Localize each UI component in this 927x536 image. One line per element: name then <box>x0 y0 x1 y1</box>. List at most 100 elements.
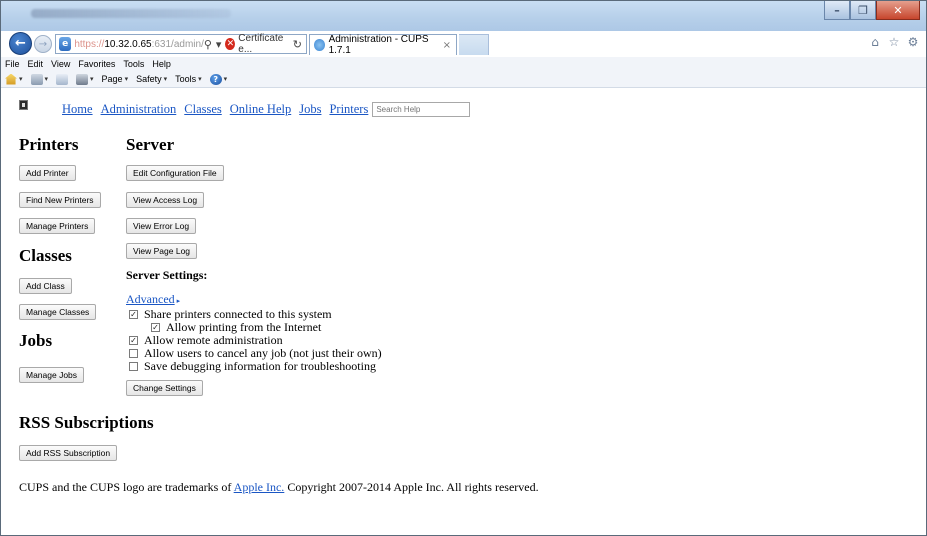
window-controls: – ❐ ✕ <box>824 1 920 20</box>
menu-view[interactable]: View <box>51 59 70 69</box>
server-heading: Server <box>126 135 175 154</box>
checkbox-save-debugging[interactable] <box>129 362 138 371</box>
address-bar[interactable]: e https:// 10.32.0.65 :631/admin/ ⚲ ▾ ✕ … <box>55 33 307 55</box>
rss-subscriptions-heading: RSS Subscriptions <box>19 413 154 432</box>
error-icon: ✕ <box>225 38 236 50</box>
gear-icon[interactable]: ⚙ <box>906 35 920 49</box>
url-path: :631/admin/ <box>151 38 204 50</box>
close-tab-icon[interactable]: × <box>443 40 451 51</box>
address-tools: ⚲ ▾ ✕ Certificate e... ↻ <box>204 33 306 55</box>
menu-favorites[interactable]: Favorites <box>78 59 115 69</box>
minimize-button[interactable]: – <box>824 1 850 20</box>
home-command-button[interactable]: ▾ <box>3 73 25 85</box>
edit-configuration-file-button[interactable]: Edit Configuration File <box>126 165 224 181</box>
checkbox-allow-cancel-any-job[interactable] <box>129 349 138 358</box>
nav-administration-link[interactable]: Administration <box>101 102 177 117</box>
checkbox-allow-internet-printing[interactable]: ✓ <box>151 323 160 332</box>
change-settings-button[interactable]: Change Settings <box>126 380 203 396</box>
browser-right-icons: ⌂ ☆ ⚙ <box>868 35 920 49</box>
certificate-error-button[interactable]: ✕ Certificate e... <box>225 33 288 55</box>
command-bar: ▾ ▾ ▾ Page ▾ Safety ▾ Tools ▾ ? ▾ <box>1 71 926 88</box>
refresh-icon[interactable]: ↻ <box>293 38 302 51</box>
restore-button[interactable]: ❐ <box>850 1 876 20</box>
footer-prefix: CUPS and the CUPS logo are trademarks of <box>19 480 234 494</box>
arrow-right-icon: → <box>38 38 48 50</box>
footer-suffix: Copyright 2007-2014 Apple Inc. All right… <box>284 480 539 494</box>
back-button[interactable]: ← <box>9 32 32 55</box>
menu-file[interactable]: File <box>5 59 20 69</box>
safety-menu-label: Safety <box>136 74 162 84</box>
cups-logo-icon[interactable] <box>19 100 28 110</box>
checkbox-share-printers[interactable]: ✓ <box>129 310 138 319</box>
manage-jobs-button[interactable]: Manage Jobs <box>19 367 85 383</box>
menu-bar: File Edit View Favorites Tools Help <box>1 57 926 71</box>
url-host: 10.32.0.65 <box>104 38 152 50</box>
page-content: Home Administration Classes Online Help … <box>2 89 925 535</box>
option-save-debugging[interactable]: Save debugging information for troublesh… <box>129 359 376 374</box>
menu-edit[interactable]: Edit <box>28 59 44 69</box>
advanced-link[interactable]: Advanced ▸ <box>126 292 180 307</box>
forward-button[interactable]: → <box>34 35 52 53</box>
tools-menu-label: Tools <box>175 74 197 84</box>
feeds-command-button[interactable]: ▾ <box>29 73 51 85</box>
printers-heading: Printers <box>19 135 79 154</box>
tab-title: Administration - CUPS 1.7.1 <box>328 34 429 56</box>
add-rss-subscription-button[interactable]: Add RSS Subscription <box>19 445 118 461</box>
nav-classes-link[interactable]: Classes <box>184 102 222 117</box>
classes-heading: Classes <box>19 246 72 265</box>
checkbox-allow-remote-admin[interactable]: ✓ <box>129 336 138 345</box>
chevron-down-icon: ▾ <box>198 75 202 83</box>
chevron-down-icon[interactable]: ▾ <box>216 38 222 51</box>
star-icon[interactable]: ☆ <box>887 35 901 49</box>
nav-online-help-link[interactable]: Online Help <box>230 102 291 117</box>
view-page-log-button[interactable]: View Page Log <box>126 243 198 259</box>
home-icon <box>5 73 17 85</box>
certificate-error-label: Certificate e... <box>238 33 284 55</box>
add-class-button[interactable]: Add Class <box>19 278 72 294</box>
address-row: ← → e https:// 10.32.0.65 :631/admin/ ⚲ … <box>1 31 926 57</box>
chevron-down-icon: ▾ <box>44 75 49 83</box>
jobs-heading: Jobs <box>19 331 53 350</box>
help-command-button[interactable]: ? ▾ <box>208 73 230 85</box>
url-scheme: https:// <box>74 38 105 50</box>
find-new-printers-button[interactable]: Find New Printers <box>19 192 101 208</box>
menu-tools[interactable]: Tools <box>123 59 144 69</box>
menu-help[interactable]: Help <box>152 59 171 69</box>
server-settings-label: Server Settings: <box>126 268 208 282</box>
cups-top-nav: Home Administration Classes Online Help … <box>62 102 471 117</box>
mail-icon <box>56 73 69 85</box>
view-access-log-button[interactable]: View Access Log <box>126 192 205 208</box>
page-menu[interactable]: Page ▾ <box>100 74 131 84</box>
apple-inc-link[interactable]: Apple Inc. <box>234 480 285 494</box>
footer-text: CUPS and the CUPS logo are trademarks of… <box>19 480 539 495</box>
triangle-right-icon: ▸ <box>176 297 181 305</box>
chevron-down-icon: ▾ <box>90 75 94 83</box>
add-printer-button[interactable]: Add Printer <box>19 165 76 181</box>
page-menu-label: Page <box>101 74 123 84</box>
print-icon <box>76 73 89 85</box>
tab-administration[interactable]: Administration - CUPS 1.7.1 × <box>309 34 457 56</box>
nav-printers-link[interactable]: Printers <box>329 102 368 117</box>
help-icon: ? <box>209 73 222 85</box>
tools-menu[interactable]: Tools ▾ <box>173 74 204 84</box>
chevron-down-icon: ▾ <box>223 75 228 83</box>
search-help-input[interactable] <box>372 102 471 117</box>
mail-command-button[interactable] <box>54 73 70 85</box>
nav-jobs-link[interactable]: Jobs <box>299 102 321 117</box>
new-tab-button[interactable] <box>459 34 489 55</box>
print-command-button[interactable]: ▾ <box>74 73 96 85</box>
close-window-button[interactable]: ✕ <box>876 1 920 20</box>
chevron-down-icon: ▾ <box>19 75 23 83</box>
option-label: Save debugging information for troublesh… <box>144 359 376 373</box>
home-icon[interactable]: ⌂ <box>868 35 882 49</box>
window-title-blurred <box>31 9 231 18</box>
search-icon[interactable]: ⚲ <box>204 38 212 51</box>
manage-printers-button[interactable]: Manage Printers <box>19 218 96 234</box>
safety-menu[interactable]: Safety ▾ <box>134 74 169 84</box>
view-error-log-button[interactable]: View Error Log <box>126 218 197 234</box>
nav-home-link[interactable]: Home <box>62 102 93 117</box>
manage-classes-button[interactable]: Manage Classes <box>19 304 97 320</box>
title-bar: – ❐ ✕ <box>1 1 926 31</box>
arrow-left-icon: ← <box>15 36 26 51</box>
advanced-link-label: Advanced <box>126 292 175 306</box>
